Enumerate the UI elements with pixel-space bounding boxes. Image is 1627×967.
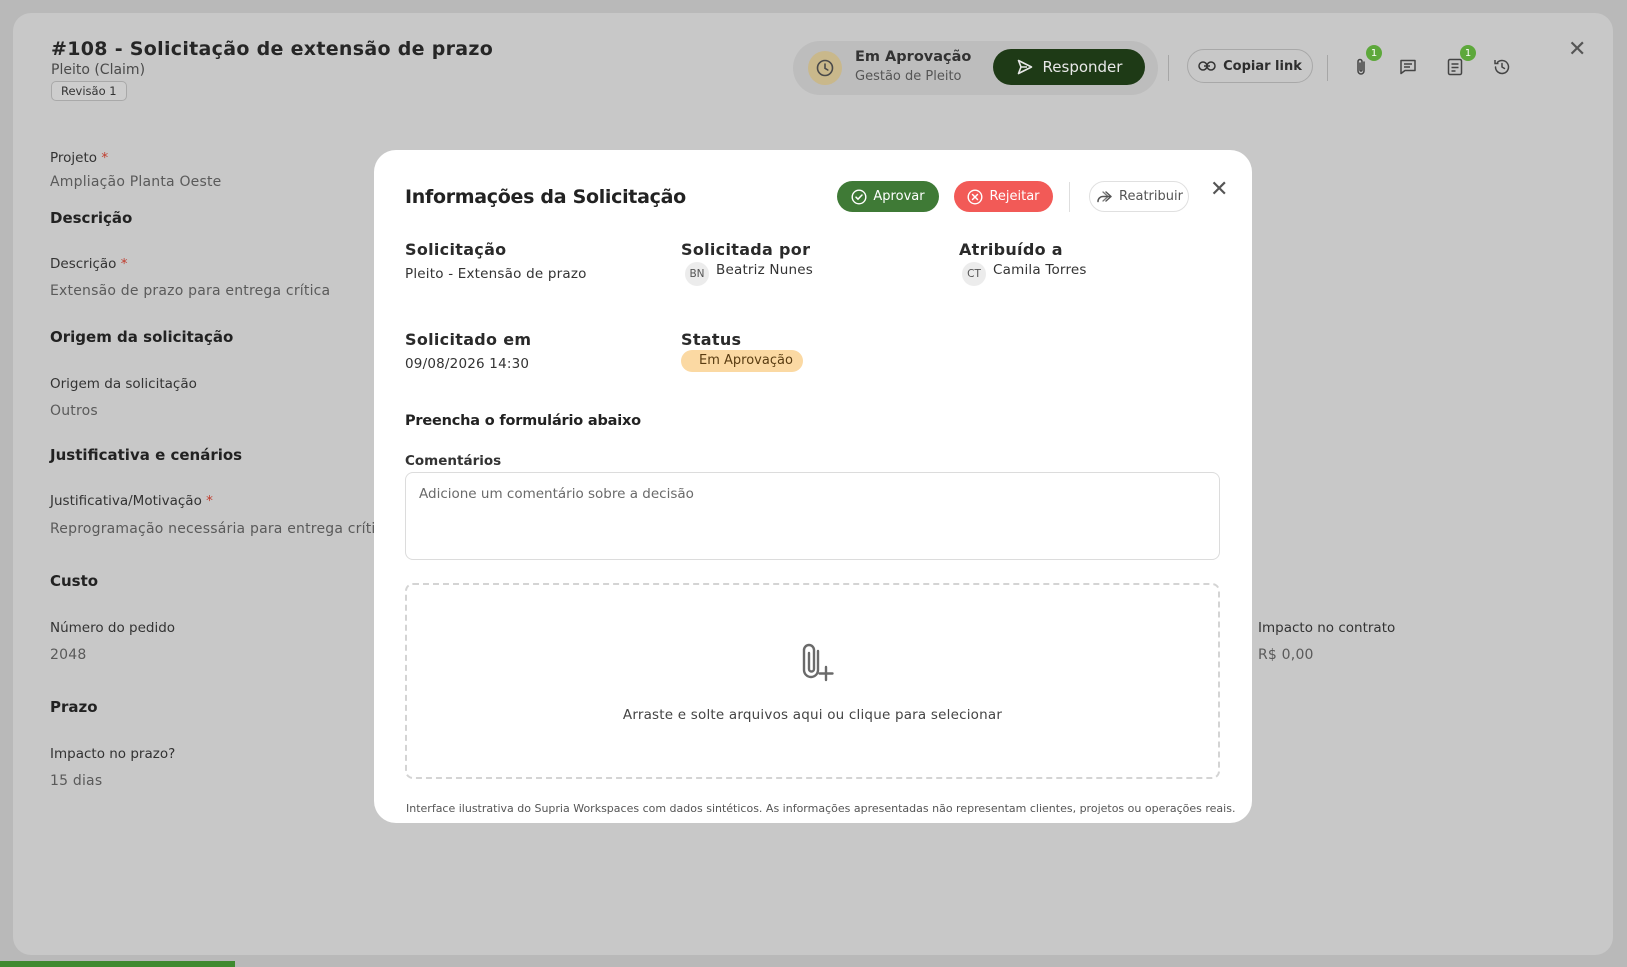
page-title: #108 - Solicitação de extensão de prazo — [51, 38, 494, 60]
respond-label: Responder — [1042, 58, 1123, 76]
attachments-button[interactable]: 1 — [1346, 45, 1382, 82]
send-icon — [1017, 59, 1032, 75]
avatar: BN — [685, 262, 709, 286]
origin-label: Origem da solicitação — [50, 376, 197, 392]
justification-value: Reprogramação necessária para entrega cr… — [50, 521, 393, 537]
requested-by-name: Beatriz Nunes — [716, 262, 813, 278]
assigned-heading: Atribuído a — [959, 240, 1063, 259]
header-divider — [1327, 55, 1328, 81]
paperclip-icon — [1357, 58, 1365, 75]
deadline-impact-label: Impacto no prazo? — [50, 746, 176, 762]
status-workflow: Gestão de Pleito — [855, 69, 962, 84]
reassign-button[interactable]: Reatribuir — [1089, 181, 1189, 212]
requested-at-heading: Solicitado em — [405, 330, 532, 349]
section-justification: Justificativa e cenários — [50, 446, 243, 464]
status-badge: Em Aprovação — [681, 350, 803, 372]
file-dropzone[interactable]: Arraste e solte arquivos aqui ou clique … — [405, 583, 1220, 779]
modal-action-divider — [1069, 182, 1070, 212]
section-description: Descrição — [50, 209, 133, 227]
section-origin: Origem da solicitação — [50, 328, 234, 346]
form-heading: Preencha o formulário abaixo — [405, 413, 641, 429]
history-icon — [1494, 59, 1510, 75]
respond-button[interactable]: Responder — [993, 49, 1145, 85]
header-divider — [1168, 55, 1169, 81]
history-button[interactable] — [1487, 52, 1517, 82]
order-number-label: Número do pedido — [50, 620, 176, 636]
deadline-impact-value: 15 dias — [50, 773, 103, 789]
status-pill: Em Aprovação Gestão de Pleito Responder — [793, 41, 1158, 95]
reject-label: Rejeitar — [989, 189, 1040, 204]
page-subtitle: Pleito (Claim) — [51, 62, 146, 78]
reassign-label: Reatribuir — [1119, 189, 1183, 204]
reject-button[interactable]: Rejeitar — [954, 181, 1053, 212]
request-heading: Solicitação — [405, 240, 507, 259]
avatar: CT — [962, 262, 986, 286]
approve-label: Aprovar — [873, 189, 925, 204]
comment-icon — [1400, 59, 1416, 75]
link-icon — [1198, 61, 1216, 71]
assigned-name: Camila Torres — [993, 262, 1087, 278]
attachments-count-badge: 1 — [1366, 45, 1382, 61]
comments-button[interactable] — [1393, 52, 1423, 82]
modal-title: Informações da Solicitação — [405, 186, 686, 208]
justification-label: Justificativa/Motivação * — [50, 493, 213, 509]
check-circle-icon — [851, 188, 867, 205]
section-cost: Custo — [50, 572, 99, 590]
description-value: Extensão de prazo para entrega crítica — [50, 283, 331, 299]
project-value: Ampliação Planta Oeste — [50, 174, 222, 190]
disclaimer-text: Interface ilustrativa do Supria Workspac… — [406, 802, 1236, 815]
copy-link-button[interactable]: Copiar link — [1187, 49, 1313, 83]
copy-link-label: Copiar link — [1223, 58, 1302, 74]
contract-impact-value: R$ 0,00 — [1258, 647, 1314, 663]
close-modal-icon[interactable]: ✕ — [1210, 179, 1228, 201]
dropzone-text: Arraste e solte arquivos aqui ou clique … — [622, 707, 1003, 723]
x-circle-icon — [967, 188, 983, 205]
description-label: Descrição * — [50, 256, 128, 272]
close-panel-icon[interactable]: ✕ — [1568, 37, 1586, 62]
origin-value: Outros — [50, 403, 98, 419]
approve-button[interactable]: Aprovar — [837, 181, 939, 212]
comments-label: Comentários — [405, 453, 502, 469]
requested-at-value: 09/08/2026 14:30 — [405, 356, 530, 372]
requested-by-heading: Solicitada por — [681, 240, 811, 259]
tasks-count-badge: 1 — [1460, 45, 1476, 61]
contract-impact-label: Impacto no contrato — [1258, 620, 1396, 636]
order-number-value: 2048 — [50, 647, 87, 663]
status-heading: Status — [681, 330, 742, 349]
section-deadline: Prazo — [50, 698, 98, 716]
forward-arrow-icon — [1097, 190, 1112, 202]
clock-icon — [808, 51, 842, 85]
progress-bar — [0, 961, 235, 967]
tasks-button[interactable]: 1 — [1440, 45, 1476, 82]
comments-input[interactable] — [405, 472, 1220, 560]
request-info-modal: Informações da Solicitação Aprovar Rejei… — [374, 150, 1252, 823]
checklist-icon — [1447, 58, 1463, 76]
attach-add-icon — [802, 643, 834, 682]
project-label: Projeto * — [50, 150, 109, 166]
request-value: Pleito - Extensão de prazo — [405, 266, 587, 282]
status-label: Em Aprovação — [855, 49, 972, 65]
revision-badge: Revisão 1 — [51, 81, 127, 101]
